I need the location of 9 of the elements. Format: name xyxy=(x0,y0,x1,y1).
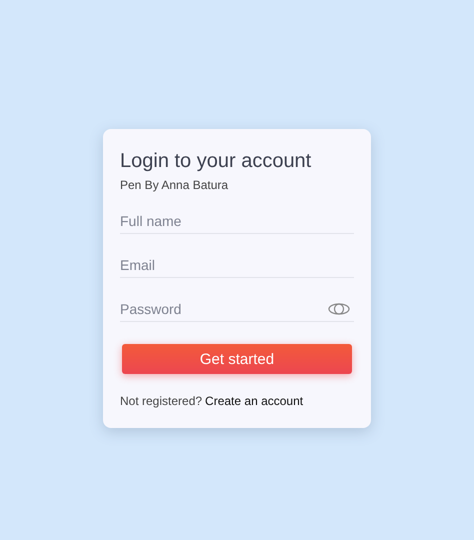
create-account-link[interactable]: Create an account xyxy=(205,394,304,408)
input-field[interactable]: Email xyxy=(120,253,354,278)
card-subtitle: Pen By Anna Batura xyxy=(120,178,230,192)
register-prompt: Not registered? xyxy=(120,394,202,408)
eye-icon[interactable] xyxy=(328,303,350,315)
get-started-button[interactable]: Get started xyxy=(122,344,352,374)
card-title: Login to your account xyxy=(120,149,312,173)
input-field[interactable]: Password xyxy=(120,297,354,322)
input-field[interactable]: Full name xyxy=(120,209,354,234)
